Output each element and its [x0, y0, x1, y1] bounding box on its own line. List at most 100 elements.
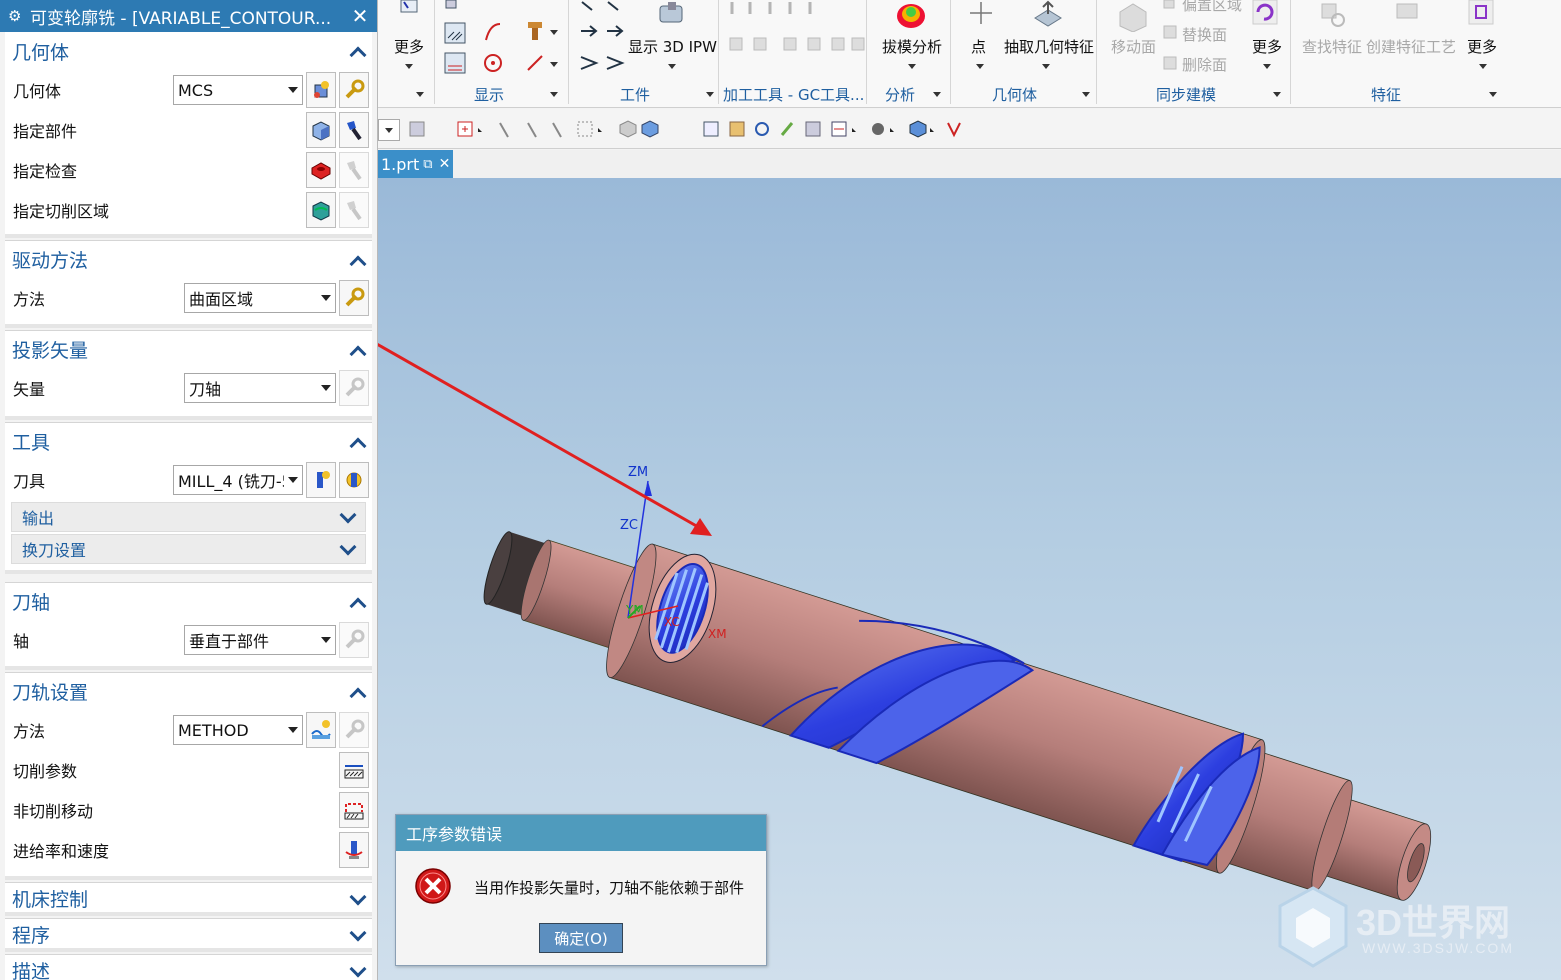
chevron-down-icon[interactable]	[706, 92, 714, 97]
hatch-icon[interactable]	[444, 52, 466, 74]
ribbon-icon[interactable]	[578, 22, 600, 40]
path-method-select[interactable]: METHOD	[173, 715, 303, 745]
draft-analysis-icon[interactable]	[894, 0, 928, 32]
target-icon[interactable]	[482, 52, 504, 74]
ribbon-icon[interactable]	[578, 54, 600, 72]
filter-dropdown[interactable]	[378, 119, 400, 141]
more-label[interactable]: 更多	[1467, 36, 1497, 57]
tool-select[interactable]: MILL_4 (铣刀-5	[173, 465, 303, 495]
chevron-down-icon[interactable]	[976, 64, 984, 69]
chevron-down-icon[interactable]	[550, 62, 558, 67]
more-label[interactable]: 更多	[394, 36, 424, 57]
edit-geometry-button[interactable]	[339, 72, 369, 108]
find-feature-label[interactable]: 查找特征	[1302, 36, 1362, 57]
group-header-projection[interactable]: 投影矢量	[5, 330, 372, 368]
edit-axis-button[interactable]	[339, 622, 369, 658]
chevron-down-icon[interactable]	[1273, 92, 1281, 97]
chevron-down-icon[interactable]	[349, 963, 365, 979]
edit-drive-button[interactable]	[339, 280, 369, 316]
selection-tools-icons[interactable]	[408, 119, 968, 141]
delete-icon[interactable]	[1468, 0, 1494, 26]
chevron-up-icon[interactable]	[349, 434, 365, 450]
ribbon-icon[interactable]	[398, 0, 420, 18]
new-tool-button[interactable]	[306, 462, 336, 498]
chevron-up-icon[interactable]	[349, 594, 365, 610]
chevron-up-icon[interactable]	[349, 684, 365, 700]
drive-method-select[interactable]: 曲面区域	[184, 283, 336, 313]
display-3d-ipw-label[interactable]: 显示 3D IPW	[628, 36, 717, 57]
group-header-axis[interactable]: 刀轴	[5, 582, 372, 620]
chevron-down-icon[interactable]	[349, 891, 365, 907]
more-label[interactable]: 更多	[1252, 36, 1282, 57]
chevron-down-icon[interactable]	[405, 64, 413, 69]
display-cut-area-button[interactable]	[339, 192, 369, 228]
offset-region-icon[interactable]	[1162, 0, 1178, 12]
extract-geometry-icon[interactable]	[1031, 0, 1065, 30]
chevron-down-icon[interactable]	[416, 92, 424, 97]
chevron-up-icon[interactable]	[349, 252, 365, 268]
extract-geometry-label[interactable]: 抽取几何特征	[1004, 36, 1094, 57]
gear-icon[interactable]: ⚙	[8, 7, 24, 25]
tool-icon[interactable]	[524, 20, 546, 44]
chevron-down-icon[interactable]	[1263, 64, 1271, 69]
delete-face-icon[interactable]	[1162, 55, 1178, 71]
geometry-select[interactable]: MCS	[173, 75, 303, 105]
ipw-icon[interactable]	[656, 2, 686, 28]
replace-face-icon[interactable]	[1162, 24, 1178, 40]
output-subgroup[interactable]: 输出	[11, 502, 366, 532]
refresh-icon[interactable]	[1252, 0, 1278, 26]
ribbon-icon[interactable]	[604, 54, 626, 72]
edit-vector-button[interactable]	[339, 370, 369, 406]
group-header-drive[interactable]: 驱动方法	[5, 240, 372, 278]
offset-region-label[interactable]: 偏置区域	[1182, 0, 1242, 15]
ok-button[interactable]: 确定(O)	[539, 923, 623, 953]
ribbon-icon-row[interactable]	[728, 36, 868, 56]
move-face-icon[interactable]	[1116, 0, 1150, 32]
chevron-down-icon[interactable]	[668, 64, 676, 69]
edit-method-button[interactable]	[339, 712, 369, 748]
ribbon-icon-row[interactable]	[728, 0, 838, 20]
axis-select[interactable]: 垂直于部件	[184, 625, 336, 655]
new-method-button[interactable]	[306, 712, 336, 748]
ribbon-icon[interactable]	[604, 22, 626, 40]
error-dialog-title[interactable]: 工序参数错误	[396, 815, 766, 851]
point-label[interactable]: 点	[971, 36, 986, 57]
group-header-tool[interactable]: 工具	[5, 422, 372, 460]
chevron-down-icon[interactable]	[908, 64, 916, 69]
file-tab[interactable]: 1.prt ⧉ ✕	[378, 150, 453, 178]
group-header-path[interactable]: 刀轨设置	[5, 672, 372, 710]
group-header-machine[interactable]: 机床控制	[5, 882, 372, 914]
chevron-down-icon[interactable]	[1042, 64, 1050, 69]
cut-params-button[interactable]	[339, 752, 369, 788]
non-cut-moves-button[interactable]	[339, 792, 369, 828]
chevron-up-icon[interactable]	[349, 342, 365, 358]
delete-face-label[interactable]: 删除面	[1182, 54, 1227, 75]
chevron-down-icon[interactable]	[933, 92, 941, 97]
specify-part-button[interactable]	[306, 112, 336, 148]
feeds-speeds-button[interactable]	[339, 832, 369, 868]
curve-icon[interactable]	[482, 20, 504, 44]
close-icon[interactable]: ✕	[351, 4, 369, 28]
close-icon[interactable]: ✕	[439, 156, 451, 172]
edit-tool-button[interactable]	[339, 462, 369, 498]
chevron-down-icon[interactable]	[1489, 92, 1497, 97]
display-part-button[interactable]	[339, 112, 369, 148]
move-face-label[interactable]: 移动面	[1111, 36, 1156, 57]
group-header-program[interactable]: 程序	[5, 918, 372, 950]
specify-check-button[interactable]	[306, 152, 336, 188]
display-check-button[interactable]	[339, 152, 369, 188]
chevron-down-icon[interactable]	[339, 509, 355, 525]
point-icon[interactable]	[968, 0, 994, 26]
new-geometry-button[interactable]	[306, 72, 336, 108]
tool-change-subgroup[interactable]: 换刀设置	[11, 534, 366, 564]
draft-analysis-label[interactable]: 拔模分析	[882, 36, 942, 57]
group-header-geometry[interactable]: 几何体	[5, 32, 372, 70]
replace-face-label[interactable]: 替换面	[1182, 24, 1227, 45]
chevron-up-icon[interactable]	[349, 43, 365, 59]
chevron-down-icon[interactable]	[1082, 92, 1090, 97]
group-header-description[interactable]: 描述	[5, 954, 372, 980]
chevron-down-icon[interactable]	[349, 927, 365, 943]
create-feature-process-icon[interactable]	[1393, 0, 1423, 30]
chevron-down-icon[interactable]	[550, 30, 558, 35]
ribbon-icon[interactable]	[578, 0, 600, 14]
